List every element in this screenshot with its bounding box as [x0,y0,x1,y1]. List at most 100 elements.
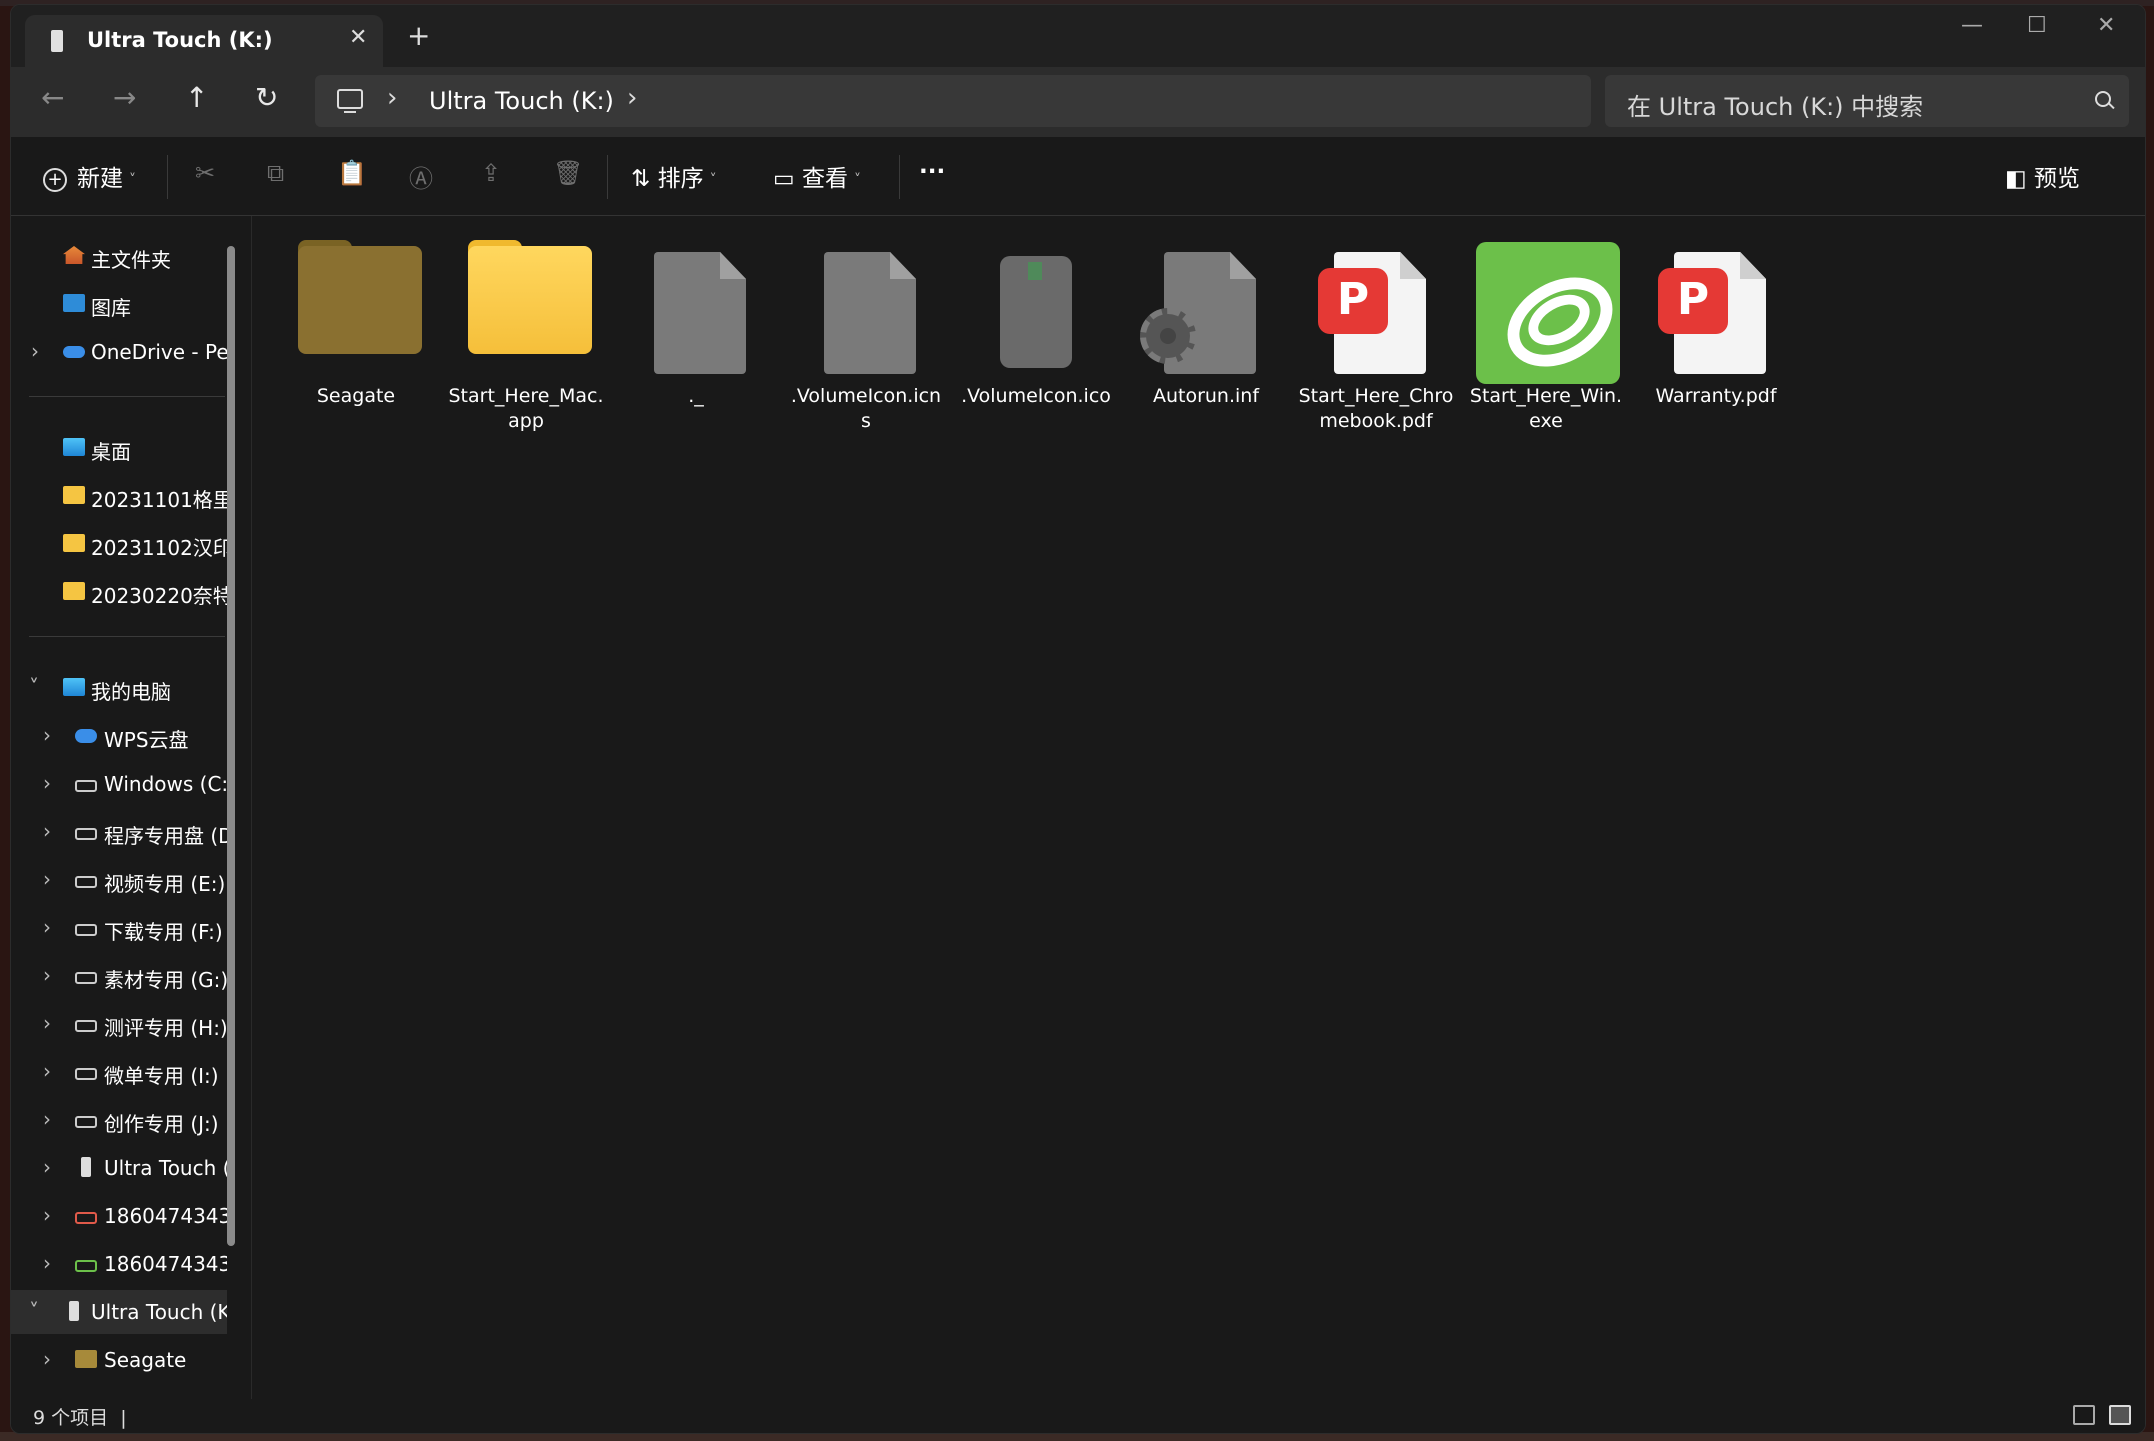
tab-ultra-touch[interactable]: Ultra Touch (K:) ✕ [25,15,383,67]
sidebar-item-label: Ultra Touch (K:) [91,1300,227,1324]
sidebar-item-drive[interactable]: › 微单专用 (I:) [11,1050,227,1094]
delete-icon[interactable]: 🗑 [553,159,583,187]
computer-icon [63,678,85,696]
sidebar-item-label: Ultra Touch (K [104,1156,227,1180]
folder-icon [75,1350,97,1368]
chevron-right-icon[interactable]: › [43,1155,51,1179]
drive-icon [75,1116,97,1128]
sidebar-item-label: 视频专用 (E:) [104,872,226,896]
sidebar-item-drive[interactable]: › 下载专用 (F:) [11,906,227,950]
sidebar-item-folder[interactable]: 20231102汉印 [11,522,227,566]
up-button[interactable]: ↑ [185,81,208,114]
add-icon: + [43,167,67,192]
sidebar-item-drive[interactable]: › 创作专用 (J:) [11,1098,227,1142]
divider [29,396,225,397]
breadcrumb-location[interactable]: Ultra Touch (K:) [429,87,614,115]
rename-icon[interactable]: Ⓐ [409,159,433,194]
paste-icon[interactable]: 📋 [337,159,367,187]
sidebar-item-drive[interactable]: › Ultra Touch (K [11,1146,227,1190]
minimize-button[interactable]: — [1961,13,1983,38]
file-name: Warranty.pdf [1655,385,1777,407]
preview-button[interactable]: ◧ 预览 [2005,159,2080,193]
sidebar-item-drive[interactable]: › 素材专用 (G:) [11,954,227,998]
chevron-right-icon[interactable]: › [31,339,39,363]
sidebar-item-drive[interactable]: › 程序专用盘 (D [11,810,227,854]
status-bar: 9 个项目 | [11,1399,2145,1433]
file-name: Start_Here_Win.exe [1469,385,1623,432]
file-name: Seagate [316,385,396,407]
sidebar-item-drive[interactable]: › Windows (C:) [11,762,227,806]
back-button[interactable]: ← [41,81,64,114]
sidebar-item-drive[interactable]: › 18604743434 [11,1242,227,1286]
divider [29,636,225,637]
desktop-icon [63,438,85,456]
divider [167,155,168,199]
sidebar-item-drive[interactable]: › 测评专用 (H:) [11,1002,227,1046]
sort-label: 排序 [657,166,704,192]
sidebar-item-seagate[interactable]: › Seagate [11,1338,227,1382]
sidebar-item-folder[interactable]: 20231101格里 [11,474,227,518]
sidebar-item-ultra-touch[interactable]: ˅ Ultra Touch (K:) [11,1290,227,1334]
copy-icon[interactable]: ⧉ [267,159,284,187]
share-icon[interactable]: ⇪ [481,159,501,187]
chevron-right-icon[interactable]: › [43,1251,51,1275]
folder-body [298,246,422,354]
chevron-down-icon[interactable]: ˅ [29,1299,39,1323]
sidebar-item-desktop[interactable]: 桌面 [11,426,227,470]
large-icons-view-icon[interactable] [2109,1405,2131,1425]
chevron-right-icon[interactable]: › [43,723,51,747]
sidebar-item-drive[interactable]: › 视频专用 (E:) [11,858,227,902]
chevron-right-icon[interactable]: › [387,83,397,113]
new-button[interactable]: + 新建 ˅ [43,159,136,193]
chevron-right-icon[interactable]: › [43,1107,51,1131]
chevron-right-icon[interactable]: › [43,915,51,939]
sidebar-item-label: 20231102汉印 [91,536,227,560]
sidebar-item-folder[interactable]: 20230220奈特 [11,570,227,614]
chevron-right-icon[interactable]: › [43,867,51,891]
details-view-icon[interactable] [2073,1405,2095,1425]
forward-button[interactable]: → [113,81,136,114]
onedrive-icon [63,346,85,358]
sidebar-item-drive[interactable]: › WPS云盘 [11,714,227,758]
new-tab-button[interactable]: + [407,19,430,52]
usb-drive-icon [69,1301,79,1321]
drive-led [1028,262,1042,280]
drive-icon [75,876,97,888]
close-button[interactable]: ✕ [2097,13,2115,38]
computer-icon[interactable] [337,89,363,113]
divider [607,155,608,199]
search-box[interactable]: 在 Ultra Touch (K:) 中搜索 [1605,75,2129,127]
chevron-right-icon[interactable]: › [43,1203,51,1227]
file-name: Autorun.inf [1152,385,1260,407]
tab-close-icon[interactable]: ✕ [349,25,367,50]
chevron-right-icon[interactable]: › [43,771,51,795]
sidebar-item-label: Windows (C:) [104,772,227,796]
sidebar-item-gallery[interactable]: 图库 [11,282,227,326]
sidebar-item-drive[interactable]: › 18604743434 [11,1194,227,1238]
drive-icon [75,924,97,936]
chevron-right-icon[interactable]: › [43,1059,51,1083]
chevron-right-icon[interactable]: › [43,819,51,843]
sidebar-item-onedrive[interactable]: › OneDrive - Per [11,330,227,374]
search-icon[interactable] [2095,91,2111,107]
chevron-right-icon[interactable]: › [627,83,637,113]
sidebar-item-home[interactable]: 主文件夹 [11,234,227,278]
sidebar-item-this-pc[interactable]: ˅ 我的电脑 [11,666,227,710]
chevron-down-icon[interactable]: ˅ [29,675,39,699]
more-options-button[interactable]: ··· [919,159,945,185]
view-button[interactable]: ▭ 查看 ˅ [773,159,861,193]
wps-pdf-icon: P [1658,268,1728,334]
chevron-right-icon[interactable]: › [43,1011,51,1035]
maximize-button[interactable]: ☐ [2027,13,2047,38]
address-bar[interactable]: › Ultra Touch (K:) › [315,75,1591,127]
sidebar-scrollbar[interactable] [227,246,235,1246]
chevron-right-icon[interactable]: › [43,1347,51,1371]
sidebar-item-label: 20230220奈特 [91,584,227,608]
refresh-button[interactable]: ↻ [255,81,278,114]
search-input[interactable]: 在 Ultra Touch (K:) 中搜索 [1627,87,1923,122]
sort-button[interactable]: ⇅ 排序 ˅ [631,159,717,193]
cut-icon[interactable]: ✂ [195,159,215,187]
navigation-pane: 主文件夹 图库 › OneDrive - Per 桌面 20231101格里 2… [11,216,243,1399]
sidebar-item-label: 素材专用 (G:) [104,968,227,992]
chevron-right-icon[interactable]: › [43,963,51,987]
